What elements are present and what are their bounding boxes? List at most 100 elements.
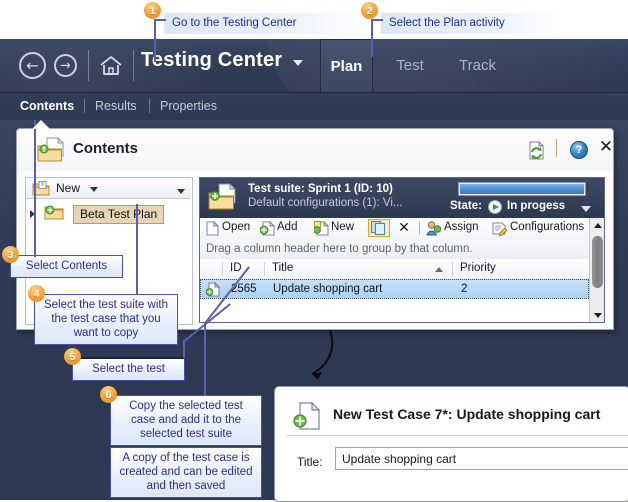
application-title: Testing Center (141, 49, 283, 71)
home-button[interactable] (99, 55, 123, 76)
scroll-down-arrow-icon[interactable] (590, 308, 604, 322)
callout-badge-4: 4 (28, 285, 45, 302)
new-test-case-title: New Test Case 7*: Update shopping cart (333, 406, 601, 422)
new-test-case-window: New Test Case 7*: Update shopping cart T… (274, 386, 628, 502)
close-icon[interactable]: ✕ (598, 139, 613, 156)
sort-ascending-icon (435, 267, 443, 272)
sub-tab-properties[interactable]: Properties (160, 99, 217, 113)
callout-badge-3: 3 (2, 246, 19, 263)
table-row[interactable]: 2565 Update shopping cart 2 (200, 279, 589, 299)
test-suite-subtitle: Default configurations (1): Vi... (248, 197, 403, 209)
state-value: In progess (507, 200, 566, 212)
column-divider-1 (222, 262, 223, 276)
sub-tab-results[interactable]: Results (95, 99, 137, 113)
tab-plan-label: Plan (330, 57, 363, 75)
test-plan-folder-icon (44, 204, 64, 221)
help-icon[interactable]: ? (570, 141, 588, 159)
callout-leader-1-horizontal (154, 19, 166, 21)
callout-text-2: Select the Plan activity (381, 13, 561, 34)
new-test-case-divider (287, 435, 628, 436)
column-header-priority[interactable]: Priority (460, 262, 496, 274)
contents-folder-icon (37, 137, 67, 164)
suite-progress-fill (460, 184, 584, 194)
callout-leader-3-vertical (34, 120, 36, 257)
grid-column-headers: ID Title Priority (200, 259, 589, 280)
test-suite-header: Test suite: Sprint 1 (ID: 10) Default co… (200, 178, 604, 218)
back-button[interactable]: ← (19, 52, 46, 79)
tree-toolbar (26, 178, 190, 199)
tab-track[interactable]: Track (450, 39, 505, 92)
test-suite-title: Test suite: Sprint 1 (ID: 10) (248, 183, 393, 195)
callout-leader-4-vertical (136, 204, 138, 295)
callout-text-4: Select the test suite with the test case… (34, 294, 178, 345)
contents-window-title: Contents (73, 140, 138, 157)
configurations-button[interactable]: Configurations (510, 221, 584, 233)
sub-tab-divider-2 (149, 99, 150, 113)
callout-leader-2-vertical (371, 19, 373, 57)
group-by-hint-text: Drag a column header here to group by th… (206, 243, 473, 255)
callout-leader-1-vertical (154, 19, 156, 62)
tab-test[interactable]: Test (385, 39, 435, 92)
vertical-scrollbar[interactable] (589, 218, 604, 322)
refresh-icon[interactable] (528, 141, 545, 160)
divider-after-home (133, 50, 134, 81)
test-suite-pane: Test suite: Sprint 1 (ID: 10) Default co… (199, 177, 605, 323)
title-input-value: Update shopping cart (342, 452, 457, 466)
new-button-chevron-down-icon[interactable] (90, 187, 98, 192)
tab-plan[interactable]: Plan (320, 39, 374, 96)
toolbar-divider (419, 221, 420, 235)
application-menu-chevron-down-icon[interactable] (293, 60, 303, 66)
header-divider (556, 139, 557, 157)
column-header-title[interactable]: Title (272, 262, 293, 274)
cell-title: Update shopping cart (273, 283, 383, 295)
screenshot-root: ← → Testing Center Plan Test Track Conte… (0, 0, 628, 502)
callout-text-6: Copy the selected test case and add it t… (110, 395, 262, 446)
contents-window-pointer (32, 120, 50, 129)
new-button[interactable]: New (331, 221, 354, 233)
callout-text-1: Go to the Testing Center (164, 13, 364, 34)
new-test-case-icon (293, 401, 323, 431)
new-button-label[interactable]: New (56, 181, 80, 195)
assign-button[interactable]: Assign (444, 221, 479, 233)
callout-leader-2-horizontal (371, 19, 383, 21)
callout-badge-6: 6 (100, 386, 117, 403)
application-band (0, 39, 628, 92)
suite-progress-bar (458, 182, 586, 196)
column-divider-3 (452, 262, 453, 276)
callout-badge-1: 1 (144, 2, 161, 19)
test-case-icon (206, 282, 220, 297)
column-divider-2 (264, 262, 265, 276)
column-header-id[interactable]: ID (230, 262, 242, 274)
grid-toolbar: Open Add New ✕ Assign Configurations (200, 218, 589, 241)
help-icon-glyph: ? (575, 144, 583, 156)
title-input[interactable]: Update shopping cart (335, 447, 628, 470)
state-chevron-down-icon[interactable] (581, 206, 591, 212)
scroll-up-arrow-icon[interactable] (590, 218, 604, 232)
configurations-icon (492, 221, 507, 236)
tree-item-beta-test-plan[interactable]: Beta Test Plan (30, 204, 186, 224)
copy-button[interactable] (368, 219, 390, 237)
test-suite-icon (208, 183, 240, 212)
divider-before-home (88, 50, 89, 81)
callout-badge-2: 2 (361, 2, 378, 19)
toolbar-overflow-chevron-down-icon[interactable] (177, 189, 185, 194)
forward-button[interactable]: → (54, 54, 77, 77)
delete-icon[interactable]: ✕ (395, 219, 413, 237)
callout-text-5: Select the test (72, 358, 185, 381)
assign-icon (426, 221, 441, 236)
open-icon (206, 221, 219, 236)
callout-text-3: Select Contents (10, 255, 123, 278)
scrollbar-thumb[interactable] (592, 236, 603, 288)
sub-tab-contents[interactable]: Contents (20, 99, 74, 113)
in-progress-play-icon (488, 200, 502, 214)
callout-leader-6-vertical (204, 322, 206, 396)
back-arrow-icon: ← (26, 56, 39, 74)
new-icon (314, 221, 329, 236)
group-by-drop-zone[interactable]: Drag a column header here to group by th… (200, 240, 589, 260)
add-button[interactable]: Add (277, 221, 297, 233)
callout-badge-5: 5 (64, 348, 81, 365)
open-button[interactable]: Open (222, 221, 250, 233)
state-label: State: (450, 200, 482, 212)
add-icon (260, 221, 275, 236)
tab-test-label: Test (396, 57, 424, 74)
